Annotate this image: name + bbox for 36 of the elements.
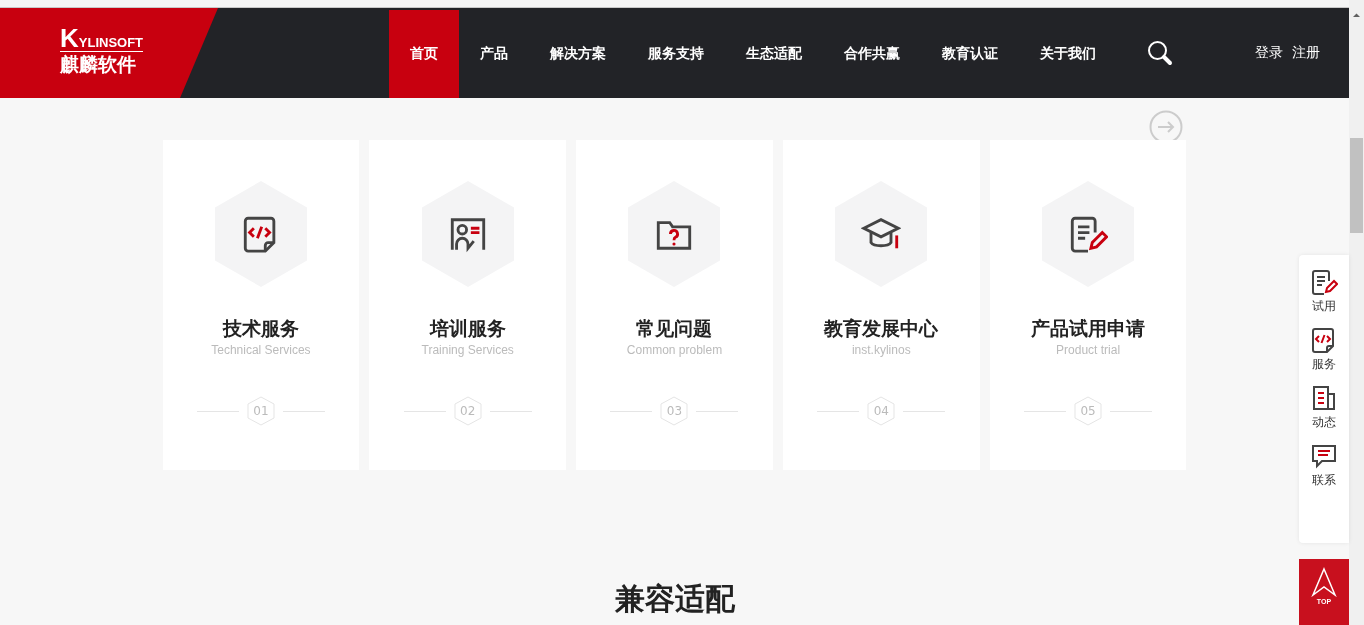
logo[interactable]: KYLINSOFT 麒麟软件 (0, 8, 218, 98)
card-number: 01 (246, 396, 275, 426)
nav-item[interactable]: 产品 (459, 10, 529, 98)
service-card[interactable]: 常见问题 Common problem 03 (576, 140, 773, 470)
nav-item[interactable]: 合作共赢 (823, 10, 921, 98)
card-title: 常见问题 (636, 316, 713, 341)
card-subtitle: inst.kylinos (851, 343, 911, 357)
card-subtitle: Product trial (1056, 343, 1121, 357)
service-card[interactable]: 培训服务 Training Services 02 (369, 140, 567, 470)
nav-item[interactable]: 首页 (389, 10, 459, 98)
nav-item[interactable]: 解决方案 (529, 10, 627, 98)
card-number: 02 (453, 396, 482, 426)
side-toolbar-item[interactable]: 服务 (1310, 326, 1338, 373)
nav-item[interactable]: 教育认证 (921, 10, 1019, 98)
card-title: 培训服务 (429, 316, 506, 341)
card-number: 05 (1074, 396, 1103, 426)
account-link[interactable]: 注册 (1292, 44, 1320, 62)
card-title: 技术服务 (222, 316, 299, 341)
card-subtitle: Common problem (626, 343, 723, 357)
side-toolbar-item[interactable]: 联系 (1310, 442, 1338, 489)
card-subtitle: Training Services (421, 343, 514, 357)
card-title: 教育发展中心 (824, 316, 939, 341)
nav-item[interactable]: 服务支持 (627, 10, 725, 98)
nav-item[interactable]: 生态适配 (725, 10, 823, 98)
side-toolbar-item[interactable]: 动态 (1310, 384, 1338, 431)
service-card[interactable]: 技术服务 Technical Services 01 (162, 140, 360, 470)
card-subtitle: Technical Services (211, 343, 311, 357)
service-card[interactable]: 教育发展中心 inst.kylinos 04 (782, 140, 980, 470)
account-link[interactable]: 登录 (1255, 44, 1283, 62)
card-title: 产品试用申请 (1031, 316, 1146, 341)
card-number: 03 (660, 396, 689, 426)
side-toolbar-item[interactable]: 试用 (1310, 268, 1338, 315)
section-heading: 兼容适配 (614, 582, 735, 616)
card-number: 04 (867, 396, 896, 426)
nav-item[interactable]: 关于我们 (1019, 10, 1117, 98)
service-card[interactable]: 产品试用申请 Product trial 05 (989, 140, 1187, 470)
